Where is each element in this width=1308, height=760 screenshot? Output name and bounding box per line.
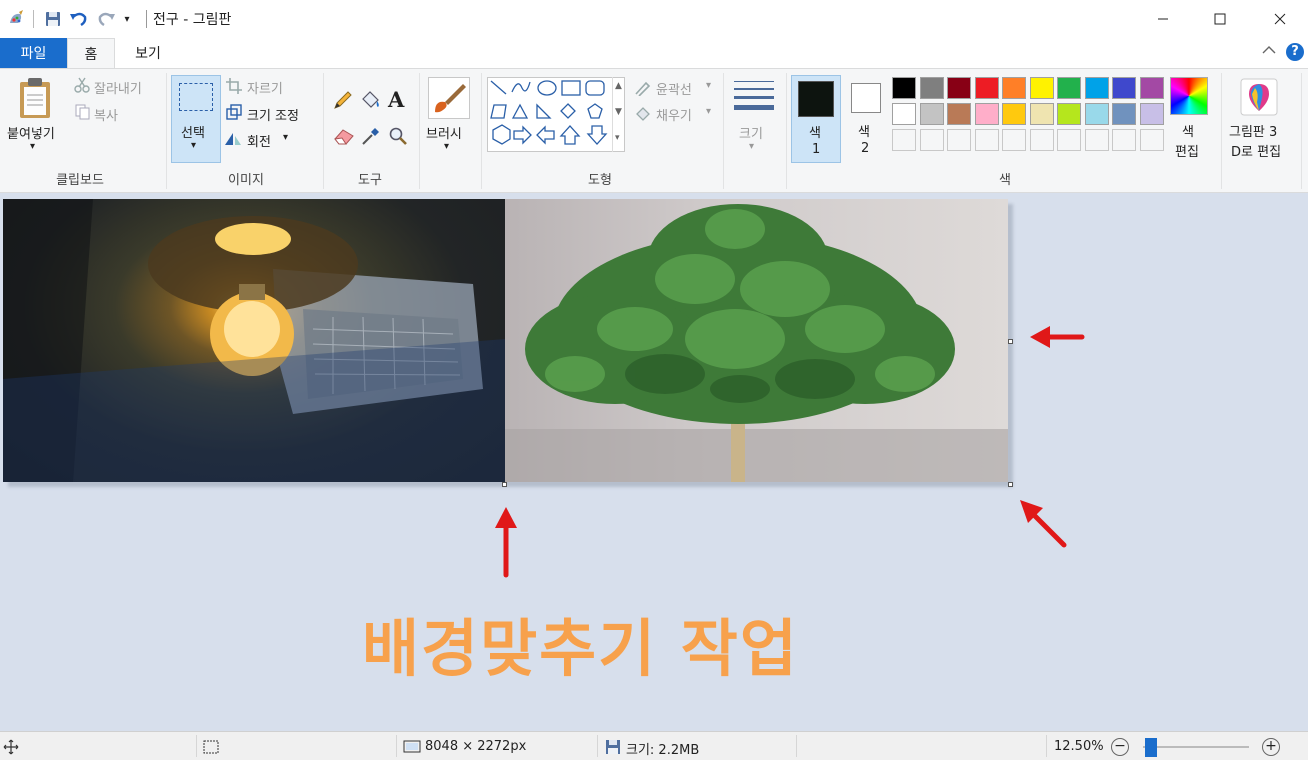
zoom-slider-track[interactable]	[1143, 738, 1249, 757]
divider	[196, 735, 197, 757]
arrow-left-icon	[1030, 326, 1085, 348]
divider	[796, 735, 797, 757]
zoom-level: 12.50%	[1054, 739, 1104, 754]
divider	[1046, 735, 1047, 757]
zoom-slider-thumb[interactable]	[1145, 738, 1158, 757]
arrow-up-icon	[495, 507, 517, 578]
status-bar: 8048 × 2272px 크기: 2.2MB 12.50% − +	[0, 731, 1308, 760]
image-size-icon	[403, 740, 421, 758]
arrow-diagonal-icon	[1020, 500, 1067, 548]
zoom-out-button[interactable]: −	[1111, 738, 1129, 756]
zoom-in-button[interactable]: +	[1262, 738, 1280, 756]
disk-icon	[605, 739, 621, 759]
file-size: 크기: 2.2MB	[626, 743, 700, 758]
move-cursor-icon	[3, 739, 19, 759]
image-dimensions: 8048 × 2272px	[425, 739, 527, 754]
selection-size-icon	[203, 740, 219, 758]
divider	[396, 735, 397, 757]
divider	[597, 735, 598, 757]
overlay-caption: 배경맞추기 작업	[362, 612, 799, 685]
